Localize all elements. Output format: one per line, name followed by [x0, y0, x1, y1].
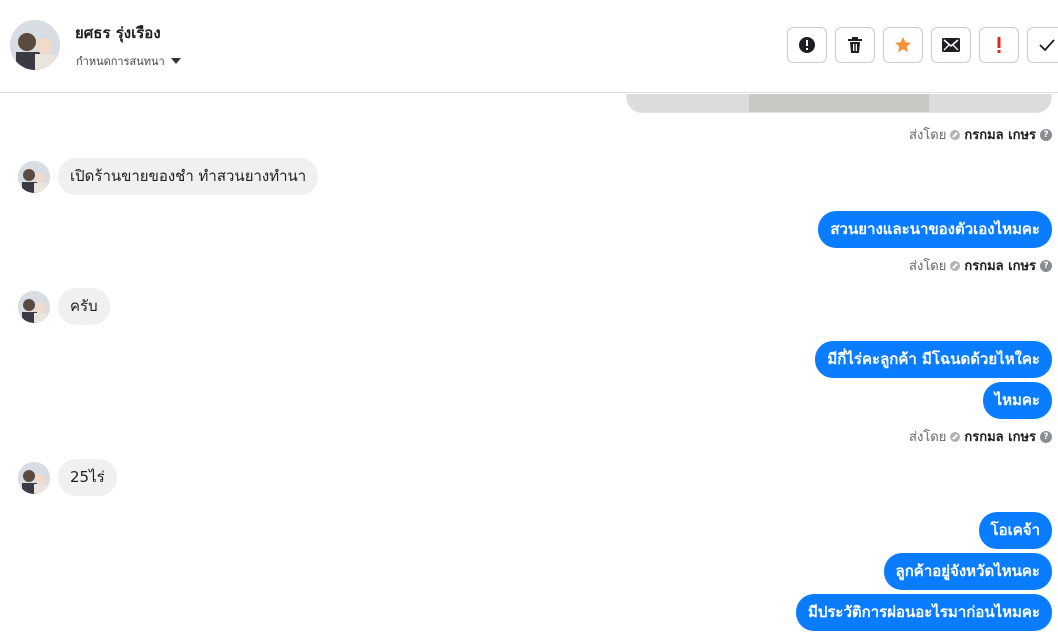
- check-icon: [1039, 39, 1055, 52]
- alert-circle-icon: [799, 37, 815, 53]
- important-button[interactable]: [979, 27, 1019, 63]
- mark-spam-button[interactable]: [787, 27, 827, 63]
- help-icon[interactable]: ?: [1040, 128, 1052, 141]
- incoming-message: 25ไร่: [18, 459, 117, 496]
- outgoing-bubble[interactable]: มีกี่ไร่คะลูกค้า มีโฉนดด้วยไหใคะ: [815, 341, 1052, 378]
- help-icon[interactable]: ?: [1040, 259, 1052, 272]
- incoming-message: ครับ: [18, 288, 110, 325]
- incoming-message: เปิดร้านขายของชำ ทำสวนยางทำนา: [18, 158, 319, 195]
- sent-by-line: ส่งโดย กรกมล เกษร ?: [909, 426, 1052, 447]
- page-badge-icon: [950, 129, 961, 140]
- conversation-actions: [787, 27, 1058, 63]
- conversation-label-text: กำหนดการสนทนา: [76, 55, 165, 68]
- incoming-bubble[interactable]: ครับ: [58, 288, 110, 325]
- sender-avatar: [18, 461, 50, 494]
- outgoing-bubble[interactable]: สวนยางและนาของตัวเองไหมคะ: [818, 211, 1052, 248]
- star-button[interactable]: [883, 27, 923, 63]
- outgoing-photo-message[interactable]: [626, 94, 1052, 113]
- outgoing-bubble[interactable]: มีประวัติการผ่อนอะไรมาก่อนไหมคะ: [795, 594, 1052, 631]
- incoming-bubble[interactable]: เปิดร้านขายของชำ ทำสวนยางทำนา: [58, 158, 319, 195]
- help-icon[interactable]: ?: [1040, 430, 1052, 443]
- page-badge-icon: [950, 260, 961, 271]
- exclamation-icon: [997, 37, 1001, 53]
- conversation-header: ยศธร รุ่งเรือง กำหนดการสนทนา: [0, 0, 1058, 93]
- mark-unread-button[interactable]: [931, 27, 971, 63]
- outgoing-bubble[interactable]: ลูกค้าอยู่จังหวัดไหนคะ: [883, 553, 1052, 590]
- done-button[interactable]: [1027, 27, 1058, 63]
- envelope-icon: [942, 38, 960, 52]
- sender-avatar: [18, 290, 50, 323]
- conversation-label-dropdown[interactable]: กำหนดการสนทนา: [76, 52, 181, 70]
- star-icon: [895, 37, 911, 53]
- sender-avatar: [18, 160, 50, 193]
- sent-by-line: ส่งโดย กรกมล เกษร ?: [909, 124, 1052, 145]
- caret-down-icon: [170, 58, 181, 64]
- contact-name: ยศธร รุ่งเรือง: [75, 24, 161, 42]
- trash-icon: [848, 37, 862, 53]
- contact-avatar[interactable]: [10, 20, 60, 70]
- incoming-bubble[interactable]: 25ไร่: [58, 459, 117, 496]
- message-thread[interactable]: ส่งโดย กรกมล เกษร ? เปิดร้านขายของชำ ทำส…: [0, 94, 1058, 635]
- page-badge-icon: [950, 431, 961, 442]
- sent-by-line: ส่งโดย กรกมล เกษร ?: [909, 255, 1052, 276]
- outgoing-bubble[interactable]: โอเคจ้า: [978, 512, 1052, 549]
- outgoing-bubble[interactable]: ไหมคะ: [982, 382, 1052, 419]
- delete-button[interactable]: [835, 27, 875, 63]
